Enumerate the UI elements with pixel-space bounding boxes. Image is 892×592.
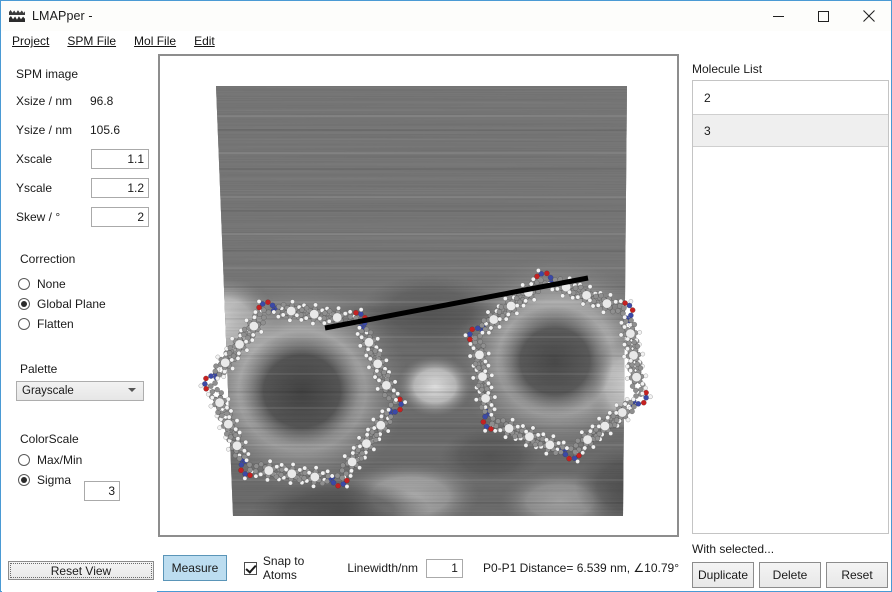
xscale-label: Xscale [16,152,53,166]
menu-project-label: Project [12,34,50,48]
title-bar: LMAPper - [1,1,891,31]
correction-none-label: None [37,277,66,291]
chevron-down-icon [128,388,136,392]
reset-button[interactable]: Reset [826,562,888,588]
menu-spm-file-label: SPM File [67,34,117,48]
palette-dropdown[interactable]: Grayscale [16,381,144,401]
xsize-value: 96.8 [90,94,114,108]
yscale-label: Yscale [16,181,53,195]
colorscale-maxmin-label: Max/Min [37,453,83,467]
reset-view-button[interactable]: Reset View [8,561,154,580]
radio-none-icon [18,278,30,290]
maximize-button[interactable] [801,1,846,31]
colorscale-option-maxmin[interactable]: Max/Min [18,453,82,467]
snap-to-atoms-label: Snap to Atoms [262,554,305,582]
correction-flatten-label: Flatten [37,317,74,331]
spm-render [160,56,677,535]
menu-mol-file-label: Mol File [134,34,177,48]
molecule-panel: Molecule List 2 3 With selected... Dupli… [687,54,889,590]
xscale-input[interactable]: 1.1 [91,149,149,169]
application-window: LMAPper - Project SPM File Mol File Edit… [0,0,892,592]
palette-selected-value: Grayscale [22,385,74,397]
measure-button[interactable]: Measure [163,555,227,581]
palette-group-title: Palette [20,362,58,376]
radio-flatten-icon [18,318,30,330]
radio-maxmin-icon [18,454,30,466]
molecule-list-title: Molecule List [692,62,763,76]
colorscale-option-sigma[interactable]: Sigma [18,473,71,487]
distance-readout: P0-P1 Distance= 6.539 nm, ∠10.79° [482,561,679,575]
colorscale-group-title: ColorScale [20,432,79,446]
correction-option-flatten[interactable]: Flatten [18,317,74,331]
reset-view-label: Reset View [50,563,112,578]
xsize-label: Xsize / nm [16,94,73,108]
menu-item-project[interactable]: Project [3,32,58,51]
molecule-item-label: 3 [704,123,711,138]
correction-group-title: Correction [20,252,76,266]
sigma-input[interactable]: 3 [84,481,120,501]
snap-to-atoms-checkbox[interactable]: Snap to Atoms [243,554,327,582]
colorscale-sigma-label: Sigma [37,473,72,487]
linewidth-label: Linewidth/nm [347,561,419,575]
linewidth-input[interactable]: 1 [426,558,463,578]
app-logo-icon [9,8,25,24]
duplicate-button[interactable]: Duplicate [692,562,754,588]
skew-label: Skew / ° [16,210,61,224]
correction-global-plane-label: Global Plane [37,297,106,311]
ysize-label: Ysize / nm [16,123,73,137]
spm-image-canvas[interactable] [158,54,679,537]
correction-option-global-plane[interactable]: Global Plane [18,297,106,311]
checkbox-checked-icon [243,561,257,575]
radio-sigma-icon [18,474,30,486]
selection-actions: Duplicate Delete Reset [692,562,892,588]
close-button[interactable] [846,1,891,31]
minimize-button[interactable] [756,1,801,31]
spm-image-group-title: SPM image [16,67,79,81]
ysize-value: 105.6 [90,123,121,137]
list-item[interactable]: 3 [693,114,888,147]
skew-input[interactable]: 2 [91,207,149,227]
window-controls [756,1,891,31]
menu-item-mol-file[interactable]: Mol File [125,32,185,51]
delete-button[interactable]: Delete [759,562,821,588]
menu-edit-label: Edit [194,34,215,48]
menu-item-edit[interactable]: Edit [185,32,224,51]
menu-bar: Project SPM File Mol File Edit [1,31,891,52]
list-item[interactable]: 2 [693,81,888,114]
correction-option-none[interactable]: None [18,277,66,291]
radio-global-plane-icon [18,298,30,310]
sidebar: SPM image Xsize / nm 96.8 Ysize / nm 105… [2,52,157,592]
measure-toolbar: Measure Snap to Atoms Linewidth/nm 1 P0-… [158,546,679,590]
yscale-input[interactable]: 1.2 [91,178,149,198]
window-title: LMAPper - [32,9,93,23]
with-selected-label: With selected... [692,542,775,556]
molecule-list[interactable]: 2 3 [692,80,889,534]
molecule-item-label: 2 [704,90,711,105]
menu-item-spm-file[interactable]: SPM File [58,32,125,51]
